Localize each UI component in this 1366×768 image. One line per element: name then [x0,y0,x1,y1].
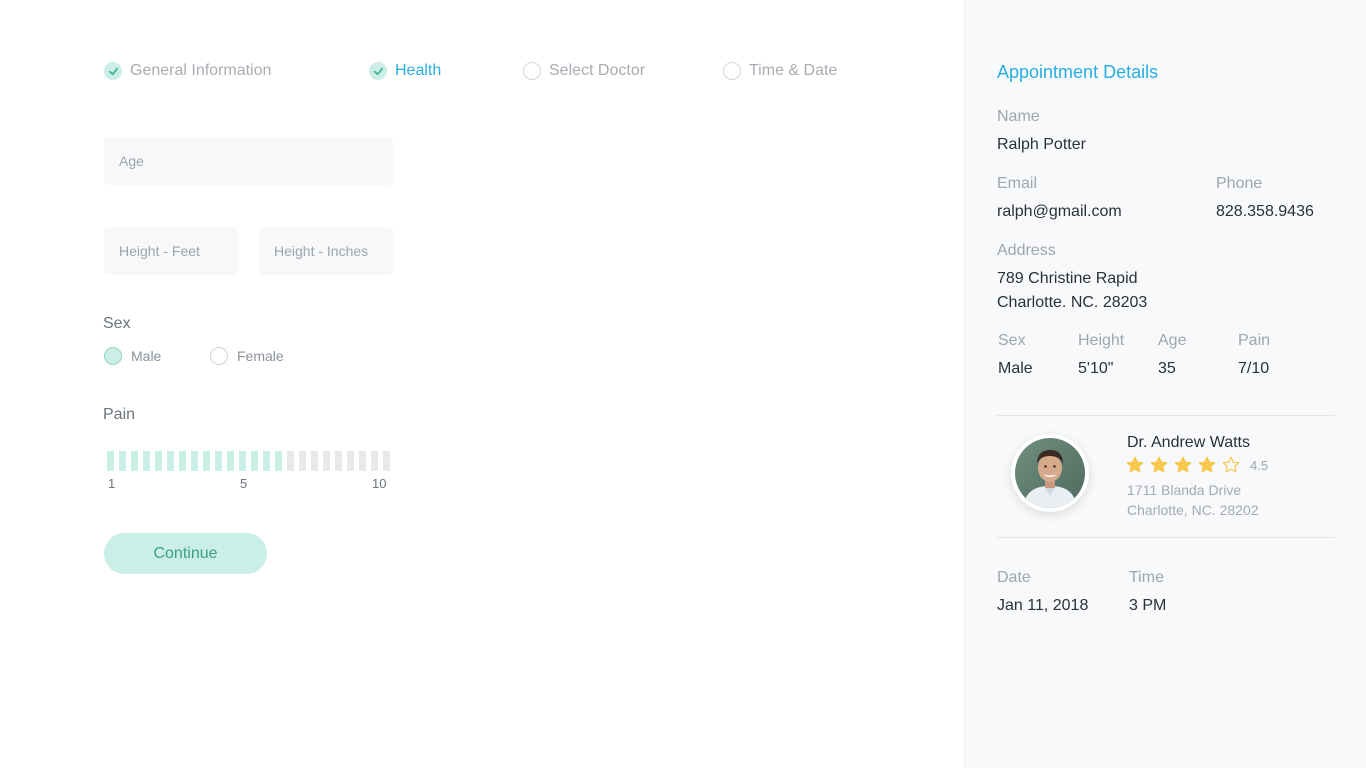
pain-segment-empty[interactable] [347,451,354,471]
pain-segment-empty[interactable] [359,451,366,471]
star-filled-icon [1174,456,1192,473]
pain-segment-filled[interactable] [227,451,234,471]
doctor-address-line2: Charlotte, NC. 28202 [1127,502,1259,518]
doctor-name: Dr. Andrew Watts [1127,434,1250,451]
step-label: Time & Date [749,62,838,79]
pain-segment-filled[interactable] [215,451,222,471]
height-feet-input[interactable]: Height - Feet [104,227,238,275]
height-summary-value: 5'10" [1078,360,1114,377]
radio-label: Male [131,348,162,364]
panel-title: Appointment Details [997,62,1159,82]
star-filled-icon [1150,456,1168,473]
email-label: Email [997,175,1038,192]
step-label: Select Doctor [549,62,646,79]
height-inches-placeholder: Height - Inches [274,243,369,259]
height-inches-input[interactable]: Height - Inches [259,227,393,275]
phone-label: Phone [1216,175,1263,192]
pain-tick-mid: 5 [240,476,248,491]
check-icon [369,62,387,80]
continue-button[interactable]: Continue [104,533,267,574]
pain-segment-filled[interactable] [131,451,138,471]
star-outline-icon [1222,456,1240,473]
pain-summary-label: Pain [1238,332,1271,349]
pain-segment-empty[interactable] [323,451,330,471]
pain-slider[interactable] [107,451,392,471]
radio-selected-icon [104,347,122,365]
pain-segment-filled[interactable] [239,451,246,471]
doctor-address-line1: 1711 Blanda Drive [1127,482,1242,498]
pain-segment-filled[interactable] [167,451,174,471]
step-select-doctor[interactable]: Select Doctor [523,62,645,80]
sex-radio-male[interactable]: Male [104,347,161,365]
address-line1: 789 Christine Rapid [997,270,1138,287]
radio-label: Female [237,348,284,364]
step-label: General Information [130,62,272,79]
pain-segment-filled[interactable] [203,451,210,471]
time-value: 3 PM [1129,597,1167,614]
sex-radio-female[interactable]: Female [210,347,284,365]
radio-empty-icon [210,347,228,365]
pain-segment-filled[interactable] [275,451,282,471]
phone-value: 828.358.9436 [1216,203,1314,220]
pain-segment-filled[interactable] [107,451,114,471]
pain-segment-filled[interactable] [155,451,162,471]
appointment-page: General Information Health Select Doctor… [0,0,1366,768]
pain-segment-empty[interactable] [299,451,306,471]
progress-steps: General Information Health Select Doctor… [104,62,864,84]
email-value: ralph@gmail.com [997,203,1122,220]
name-label: Name [997,108,1040,125]
divider [997,537,1335,538]
pain-segment-filled[interactable] [179,451,186,471]
age-input[interactable]: Age [104,137,393,185]
address-label: Address [997,242,1056,259]
step-time-date[interactable]: Time & Date [723,62,837,80]
doctor-avatar [1011,434,1089,512]
divider [997,415,1335,416]
step-label: Health [395,62,442,79]
pain-segment-empty[interactable] [287,451,294,471]
star-filled-icon [1126,456,1144,473]
sex-summary-label: Sex [998,332,1026,349]
doctor-portrait-icon [1015,438,1085,508]
pain-segment-empty[interactable] [371,451,378,471]
time-label: Time [1129,569,1164,586]
pain-segment-filled[interactable] [191,451,198,471]
pain-segment-empty[interactable] [335,451,342,471]
sex-label: Sex [103,315,131,332]
step-health[interactable]: Health [369,62,441,80]
address-line2: Charlotte. NC. 28203 [997,294,1148,311]
empty-circle-icon [523,62,541,80]
doctor-rating-stars: 4.5 [1126,456,1268,474]
pain-segment-empty[interactable] [311,451,318,471]
pain-tick-min: 1 [108,476,116,491]
pain-segment-empty[interactable] [383,451,390,471]
pain-segment-filled[interactable] [143,451,150,471]
appointment-details-panel: Appointment Details Name Ralph Potter Em… [964,0,1366,768]
pain-tick-max: 10 [372,476,387,491]
check-icon [104,62,122,80]
star-filled-icon [1198,456,1216,473]
height-feet-placeholder: Height - Feet [119,243,200,259]
name-value: Ralph Potter [997,136,1086,153]
sex-summary-value: Male [998,360,1033,377]
pain-segment-filled[interactable] [263,451,270,471]
age-summary-value: 35 [1158,360,1176,377]
pain-summary-value: 7/10 [1238,360,1270,377]
age-summary-label: Age [1158,332,1187,349]
doctor-rating-value: 4.5 [1250,457,1269,473]
step-general-information[interactable]: General Information [104,62,271,80]
date-label: Date [997,569,1031,586]
pain-label: Pain [103,406,136,423]
height-summary-label: Height [1078,332,1125,349]
age-placeholder: Age [119,153,144,169]
health-form-panel: General Information Health Select Doctor… [0,0,964,768]
date-value: Jan 11, 2018 [997,597,1089,614]
pain-segment-filled[interactable] [119,451,126,471]
pain-segment-filled[interactable] [251,451,258,471]
empty-circle-icon [723,62,741,80]
